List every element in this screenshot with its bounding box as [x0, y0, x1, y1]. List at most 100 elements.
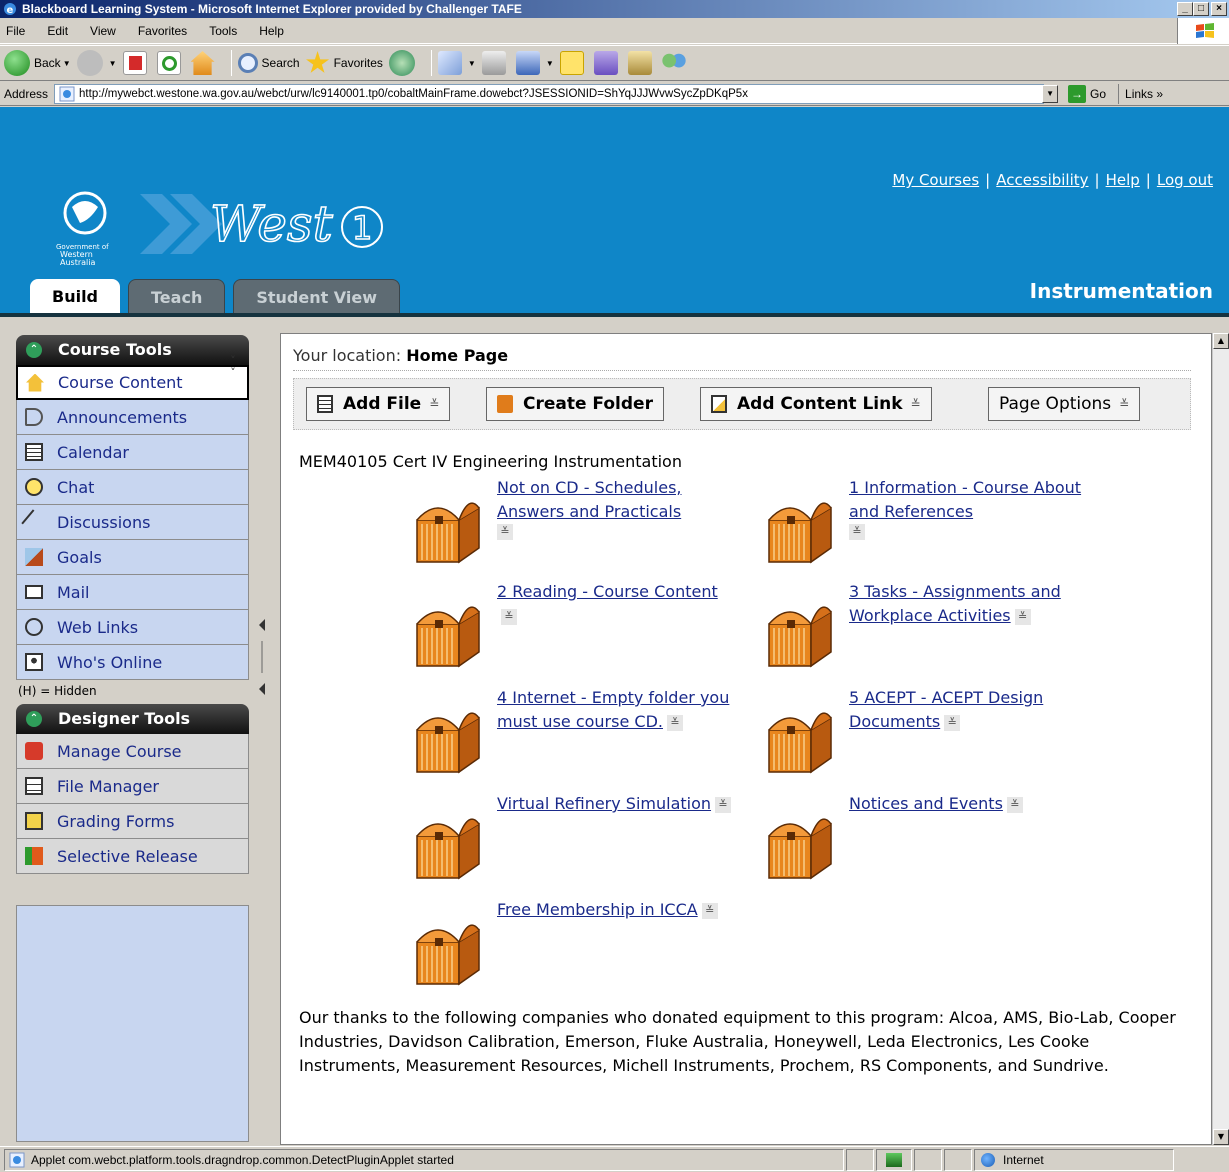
folder-link[interactable]: Notices and Events ≚	[849, 792, 1089, 816]
sidebar-item-label: Calendar	[57, 442, 129, 462]
go-button[interactable]: → Go	[1068, 84, 1107, 103]
favorites-button[interactable]: Favorites	[306, 51, 383, 75]
sidebar-item-grading-forms[interactable]: Grading Forms	[16, 804, 249, 839]
messenger-button[interactable]	[593, 51, 622, 75]
treasure-chest-folder-icon[interactable]	[413, 594, 483, 668]
item-options-icon[interactable]: ≚	[1014, 608, 1031, 625]
item-options-icon[interactable]: ≚	[497, 524, 513, 540]
sidebar-item-file-manager[interactable]: File Manager	[16, 769, 249, 804]
scroll-down-button[interactable]: ▼	[1213, 1129, 1229, 1145]
folder-link[interactable]: Virtual Refinery Simulation ≚	[497, 792, 737, 816]
government-crest-logo: Government of Western Australia	[56, 191, 109, 265]
frame-splitter-handle[interactable]	[257, 617, 267, 697]
help-link[interactable]: Help	[1106, 171, 1140, 189]
folder-link[interactable]: Free Membership in ICCA ≚	[497, 898, 737, 922]
my-courses-link[interactable]: My Courses	[892, 171, 979, 189]
tab-teach[interactable]: Teach	[128, 279, 226, 313]
content-scrollbar[interactable]: ▲ ▼	[1212, 333, 1229, 1145]
mail-button[interactable]: ▼	[437, 51, 476, 75]
folder-link[interactable]: 2 Reading - Course Content≚	[497, 580, 737, 628]
windows-logo	[1177, 18, 1229, 44]
item-options-icon[interactable]: ≚	[944, 714, 961, 731]
address-input[interactable]: http://mywebct.westone.wa.gov.au/webct/u…	[54, 83, 1045, 104]
treasure-chest-folder-icon[interactable]	[765, 594, 835, 668]
treasure-chest-folder-icon[interactable]	[765, 806, 835, 880]
item-options-icon[interactable]: ≚	[715, 796, 732, 813]
scroll-up-button[interactable]: ▲	[1213, 333, 1229, 349]
sidebar-item-calendar[interactable]: Calendar	[16, 435, 249, 470]
tab-build[interactable]: Build	[30, 279, 121, 313]
treasure-chest-folder-icon[interactable]	[413, 700, 483, 774]
add-content-link-button[interactable]: Add Content Link ≚	[700, 387, 932, 421]
page-status-icon	[9, 1152, 25, 1167]
designer-tools-header[interactable]: ⌃ Designer Tools	[16, 704, 249, 734]
address-dropdown[interactable]: ▼	[1042, 84, 1059, 103]
log-out-link[interactable]: Log out	[1157, 171, 1213, 189]
menu-view[interactable]: View	[90, 24, 116, 38]
course-tools-header[interactable]: ⌃ Course Tools	[16, 335, 249, 365]
home-button[interactable]	[190, 51, 219, 75]
folder-link[interactable]: 4 Internet - Empty folder you must use c…	[497, 686, 737, 734]
sidebar-item-manage-course[interactable]: Manage Course	[16, 734, 249, 769]
forward-button[interactable]: ▼	[76, 50, 117, 76]
sidebar-item-whos-online[interactable]: Who's Online	[16, 645, 249, 680]
folder-link[interactable]: Not on CD - Schedules, Answers and Pract…	[497, 476, 737, 524]
item-options-icon[interactable]: ≚	[701, 902, 718, 919]
course-content-options-icon[interactable]: ˅ ˅	[224, 355, 242, 383]
back-button[interactable]: Back ▼	[4, 50, 71, 76]
links-button[interactable]: Links »	[1118, 83, 1163, 104]
sidebar-item-selective-release[interactable]: Selective Release	[16, 839, 249, 874]
menu-favorites[interactable]: Favorites	[138, 24, 187, 38]
sidebar-item-web-links[interactable]: Web Links	[16, 610, 249, 645]
back-label: Back	[34, 56, 61, 70]
sidebar-item-goals[interactable]: Goals	[16, 540, 249, 575]
treasure-chest-folder-icon[interactable]	[765, 700, 835, 774]
menu-edit[interactable]: Edit	[47, 24, 68, 38]
treasure-chest-folder-icon[interactable]	[413, 490, 483, 564]
search-button[interactable]: Search	[237, 53, 300, 73]
accessibility-link[interactable]: Accessibility	[996, 171, 1088, 189]
sidebar-item-chat[interactable]: Chat	[16, 470, 249, 505]
notes-button[interactable]	[559, 51, 588, 75]
status-cell	[944, 1148, 972, 1171]
folder-link[interactable]: 3 Tasks - Assignments and Workplace Acti…	[849, 580, 1089, 628]
menu-tools[interactable]: Tools	[209, 24, 237, 38]
sidebar-item-course-content[interactable]: Course Content	[16, 365, 249, 400]
refresh-button[interactable]	[156, 51, 185, 75]
close-button[interactable]: ×	[1211, 2, 1227, 16]
research-button[interactable]	[627, 51, 656, 75]
windows-flag-icon	[1196, 23, 1214, 38]
page-options-button[interactable]: Page Options ≚	[988, 387, 1141, 421]
stop-button[interactable]	[122, 51, 151, 75]
page-icon	[59, 86, 75, 101]
edit-button[interactable]: ▼	[515, 51, 554, 75]
history-button[interactable]	[388, 50, 419, 76]
item-options-icon[interactable]: ≚	[849, 524, 865, 540]
minimize-button[interactable]: _	[1177, 2, 1193, 16]
item-options-icon[interactable]: ≚	[666, 714, 683, 731]
toolbox-icon	[25, 742, 43, 760]
folder-link[interactable]: 5 ACEPT - ACEPT Design Documents ≚	[849, 686, 1089, 734]
selective-release-icon	[25, 847, 43, 865]
menu-file[interactable]: File	[6, 24, 25, 38]
print-button[interactable]	[481, 51, 510, 75]
treasure-chest-folder-icon[interactable]	[413, 806, 483, 880]
sidebar-item-mail[interactable]: Mail	[16, 575, 249, 610]
add-file-button[interactable]: Add File ≚	[306, 387, 451, 421]
treasure-chest-folder-icon[interactable]	[413, 912, 483, 986]
item-options-icon[interactable]: ≚	[1006, 796, 1023, 813]
contacts-button[interactable]	[661, 51, 690, 75]
menu-help[interactable]: Help	[259, 24, 284, 38]
create-folder-button[interactable]: Create Folder	[486, 387, 664, 421]
item-options-icon[interactable]: ≚	[501, 608, 517, 625]
treasure-chest-folder-icon[interactable]	[765, 490, 835, 564]
folder-link[interactable]: 1 Information - Course About and Referen…	[849, 476, 1089, 524]
top-links: My Courses | Accessibility | Help | Log out	[892, 171, 1213, 189]
sidebar-item-discussions[interactable]: Discussions	[16, 505, 249, 540]
search-icon	[237, 53, 258, 73]
go-label: Go	[1090, 86, 1107, 101]
tab-student-view[interactable]: Student View	[233, 279, 401, 313]
location-label: Your location:	[293, 346, 402, 365]
sidebar-item-announcements[interactable]: Announcements	[16, 400, 249, 435]
maximize-button[interactable]: □	[1193, 2, 1209, 16]
